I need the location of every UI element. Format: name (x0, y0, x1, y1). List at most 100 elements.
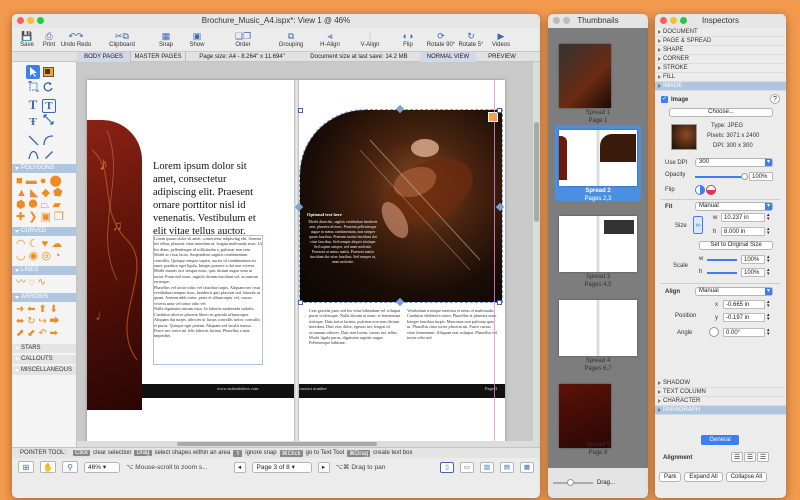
arrow-up[interactable]: ⬆ (38, 304, 46, 315)
toolbar-clipboard-button[interactable]: ✂⧉ Clipboard (92, 30, 152, 48)
toolbar-save-button[interactable]: 💾 Save (16, 30, 38, 48)
scale-h-stepper[interactable]: ▴ ▾ (767, 268, 770, 277)
section-stars[interactable]: STARS (12, 344, 76, 353)
toolbar-rotate-90--button[interactable]: ⟳ Rotate 90° (426, 30, 456, 48)
close-button[interactable] (17, 17, 24, 24)
flip-vertical-icon[interactable] (706, 185, 716, 195)
section-arrows[interactable]: ARROWS (12, 293, 76, 302)
headline-text[interactable]: Lorem ipsum dolor sit amet, consectetur … (153, 160, 265, 238)
cloud-shape[interactable]: ☁ (51, 238, 62, 250)
width-stepper[interactable]: ▴ ▾ (767, 213, 770, 222)
show-thumbnails-icon[interactable]: ▤ (500, 461, 514, 473)
text-tool[interactable]: T (26, 97, 40, 112)
rounded-rect-shape[interactable]: ▬ (26, 175, 37, 187)
flip-horizontal-icon[interactable] (695, 185, 705, 195)
oval-shape[interactable]: ● (40, 175, 47, 187)
optional-text-title[interactable]: Optional text here (307, 212, 342, 217)
align-select[interactable]: Manual ▾ (695, 287, 773, 296)
arc-tool[interactable] (42, 133, 56, 147)
canvas[interactable]: ♪ ♫ ♩ Lorem ipsum dolor sit amet, consec… (77, 62, 540, 447)
grid-view-icon[interactable]: ⊞ (18, 461, 34, 473)
text-frame-tool[interactable]: T (41, 98, 56, 113)
insp-document[interactable]: DOCUMENT (655, 28, 786, 37)
choose-button[interactable]: Choose... (669, 108, 773, 117)
cross-shape[interactable]: ✚ (16, 211, 25, 223)
pos-y-stepper[interactable]: ▴ ▾ (767, 313, 770, 322)
tab-preview[interactable]: PREVIEW (476, 52, 528, 62)
insp-shadow[interactable]: SHADOW (655, 379, 786, 388)
heart-shape[interactable]: ♥ (42, 238, 49, 250)
zigzag-line[interactable]: 〰 (16, 277, 26, 288)
insp-character[interactable]: CHARACTER (655, 397, 786, 406)
crop-tool[interactable] (26, 79, 40, 93)
section-callouts[interactable]: CALLOUTS (12, 355, 76, 364)
rectangle-shape[interactable]: ■ (16, 175, 23, 187)
tab-body-pages[interactable]: BODY PAGES (77, 51, 130, 62)
insp-minimize-button[interactable] (670, 17, 677, 24)
insp-corner[interactable]: CORNER (655, 55, 786, 64)
right-triangle-shape[interactable]: ◣ (30, 187, 38, 199)
vertical-scrollbar[interactable] (533, 62, 540, 447)
parallelogram-shape[interactable]: ▰ (52, 199, 60, 211)
general-tab[interactable]: General (701, 435, 739, 445)
triangle-shape[interactable]: ▲ (16, 187, 27, 199)
diamond-shape[interactable]: ◆ (41, 187, 49, 199)
arrow-sw[interactable]: ⬋ (27, 328, 35, 339)
pie-shape[interactable]: ◔ (54, 250, 61, 262)
pos-x-stepper[interactable]: ▴ ▾ (767, 300, 770, 309)
toolbar-snap-button[interactable]: ▦ Snap (152, 30, 180, 48)
height-stepper[interactable]: ▴ ▾ (767, 227, 770, 236)
toolbar-flip-button[interactable]: ◐◑ Flip (390, 30, 426, 48)
pentagon-shape[interactable]: ⬟ (53, 187, 63, 199)
section-curved[interactable]: CURVED (12, 227, 76, 236)
arrow-curved[interactable]: ↻ (27, 316, 35, 327)
arrow-block[interactable]: ➡ (50, 328, 58, 339)
toolbar-rotate-5--button[interactable]: ↻ Rotate 5° (456, 30, 486, 48)
opacity-field[interactable]: 100% (749, 172, 773, 181)
insp-stroke[interactable]: STROKE (655, 64, 786, 73)
angle-stepper[interactable]: ▴ ▾ (767, 328, 770, 337)
body-column-3[interactable]: Cras gravida justo sed leo vitae bibendu… (309, 308, 401, 380)
link-tool[interactable] (42, 113, 56, 127)
body-column-4[interactable]: Vestibulum tristique senectus et netus e… (407, 308, 499, 380)
horizontal-scrollbar[interactable] (77, 441, 540, 447)
thumb-size-slider[interactable] (553, 479, 593, 486)
wave-shape[interactable]: ◠ (16, 238, 26, 250)
wave-line[interactable]: ∿ (38, 277, 46, 288)
curve-tool[interactable] (26, 148, 40, 162)
insp-text-column[interactable]: TEXT COLUMN (655, 388, 786, 397)
page-select[interactable]: Page 3 of 8 ▾ (251, 461, 312, 473)
circle-shape[interactable]: ⬤ (50, 175, 62, 187)
arrow-bent[interactable]: ↪ (38, 316, 46, 327)
arrow-u-turn[interactable]: ↶ (38, 328, 46, 339)
hexagon-shape[interactable]: ⬢ (16, 199, 26, 211)
frame-shape[interactable]: ▣ (41, 211, 51, 223)
insp-image-header[interactable]: IMAGE (655, 82, 786, 91)
chevron-shape[interactable]: ❯ (28, 211, 37, 223)
caption-text[interactable]: Morbi diam dui, sagittis vestibulum hend… (307, 220, 379, 265)
zoom-tool-icon[interactable]: ⚲ (62, 461, 78, 473)
lock-ratio-icon[interactable]: ∞ (693, 216, 703, 234)
cube-shape[interactable]: ❒ (54, 211, 64, 223)
insp-close-button[interactable] (660, 17, 667, 24)
toolbar-h-align-button[interactable]: ⫷ H-Align (310, 30, 350, 48)
angle-field[interactable]: 0.00° (723, 328, 765, 337)
moon-shape[interactable]: ☾ (29, 238, 39, 250)
width-field[interactable]: 10.237 in (721, 213, 765, 222)
tab-master-pages[interactable]: MASTER PAGES (130, 51, 186, 62)
pointer-tool[interactable] (26, 65, 40, 79)
layout-single-icon[interactable]: ▯ (440, 461, 454, 473)
scale-h-slider[interactable] (707, 272, 737, 274)
scale-h-field[interactable]: 100% (741, 268, 765, 277)
insp-paragraph-header[interactable]: PARAGRAPH (655, 406, 786, 415)
insp-shape[interactable]: SHAPE (655, 46, 786, 55)
arrow-down[interactable]: ⬇ (50, 304, 58, 315)
collapse-all-button[interactable]: Collapse All (725, 472, 768, 482)
set-original-size-button[interactable]: Set to Original Size (699, 241, 773, 250)
line-tool[interactable] (26, 133, 40, 147)
spiral-line[interactable]: ◌ (29, 277, 35, 288)
opacity-slider[interactable] (695, 173, 748, 180)
toolbar-undo-redo-button[interactable]: ↶↷ Undo Redo (60, 30, 92, 48)
zoom-button[interactable] (37, 17, 44, 24)
layout-spread-icon[interactable]: ▭ (460, 461, 474, 473)
